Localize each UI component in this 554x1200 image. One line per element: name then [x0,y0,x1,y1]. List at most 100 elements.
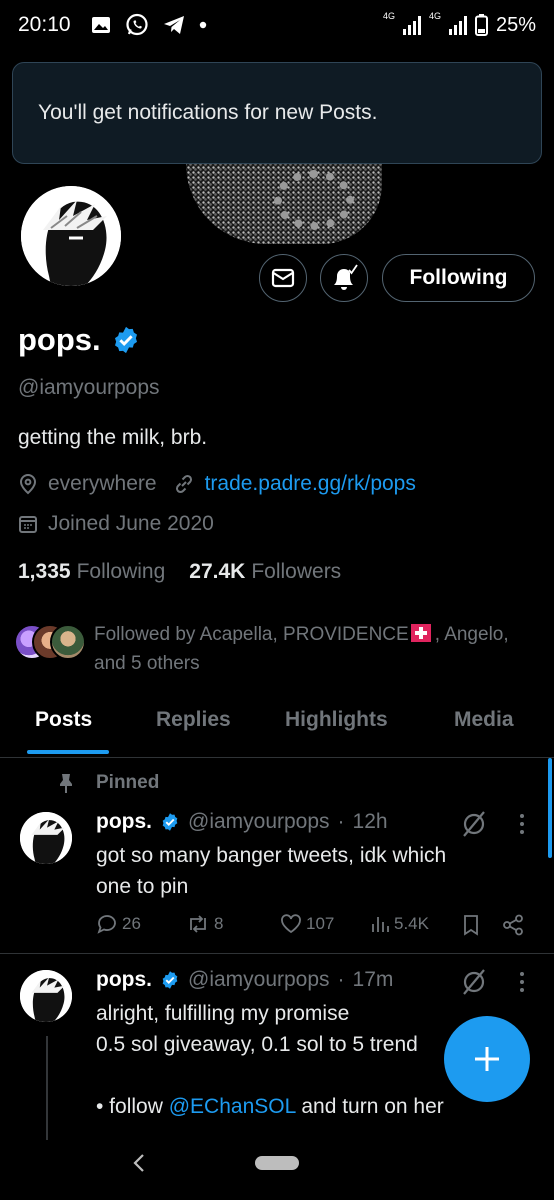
toast-message: You'll get notifications for new Posts. [38,101,378,124]
network-type-1: 4G [382,10,395,21]
pinned-label-row: Pinned [56,772,159,794]
views-action[interactable]: 5.4K [370,914,429,934]
share-icon[interactable] [502,914,524,936]
battery-icon [474,14,488,36]
following-count: 1,335 [18,560,71,583]
message-button[interactable] [259,254,307,302]
verified-badge-icon [162,971,178,989]
post-author-name[interactable]: pops. [96,968,152,992]
follower-avatar-3 [50,624,86,660]
status-time: 20:10 [18,13,71,36]
followed-by-text: Followed by Acapella, PROVIDENCE , Angelo… [94,620,509,678]
gallery-icon [91,17,110,33]
verified-badge-icon[interactable] [111,325,141,355]
plus-icon [475,1047,499,1071]
tab-posts[interactable]: Posts [35,708,92,732]
avatar-image [20,970,72,1022]
follower-avatars [14,620,92,664]
pin-icon [60,774,72,793]
profile-meta-joined: Joined June 2020 [18,512,214,536]
compose-post-button[interactable] [444,1016,530,1102]
bookmark-icon[interactable] [462,914,480,936]
reply-action[interactable]: 26 [96,914,141,934]
post-author-name[interactable]: pops. [96,810,152,834]
profile-handle: @iamyourpops [18,376,160,399]
post-bullet-text: • follow [96,1095,169,1118]
post-divider [0,953,554,954]
signal-icon-2 [448,15,467,35]
post-time: 12h [352,810,388,833]
profile-meta-location: everywhere trade.padre.gg/rk/pops [18,472,416,496]
calendar-icon [19,516,37,533]
post-author-handle: @iamyourpops [188,810,330,833]
like-action[interactable]: 107 [280,914,334,934]
post-avatar[interactable] [20,970,72,1022]
reply-count: 26 [122,914,141,933]
post-time: 17m [352,968,394,991]
dot-icon [199,21,206,29]
battery-percent: 25% [495,13,536,36]
profile-counts: 1,335 Following 27.4K Followers [18,560,341,584]
nav-home-pill[interactable] [255,1156,299,1170]
grok-icon[interactable] [460,968,488,996]
avatar-image [21,186,121,286]
link-icon [175,474,192,494]
scrollbar[interactable] [548,758,552,858]
repost-icon [190,915,206,933]
swiss-flag-icon [410,624,431,642]
mail-icon [271,268,295,288]
network-type-2: 4G [428,10,441,21]
active-tab-indicator [27,750,109,754]
verified-badge-icon [162,813,178,831]
avatar-image [20,812,72,864]
post-text-after-mention: and turn on her [295,1095,444,1118]
followed-by-more: and 5 others [94,653,200,674]
post-actions: 26 8 107 5.4K [96,914,536,944]
following-button[interactable]: Following [382,254,535,302]
location-pin-icon [19,474,37,495]
following-button-label: Following [409,266,508,289]
post-separator: · [337,968,345,991]
heart-icon [281,914,301,934]
post-avatar[interactable] [20,812,72,864]
post-mention-link[interactable]: @EChanSOL [169,1095,296,1118]
followers-count-link[interactable]: 27.4K Followers [189,560,341,584]
like-count: 107 [306,914,335,933]
more-options-icon[interactable] [518,970,526,994]
following-count-label: Following [76,560,166,583]
profile-avatar[interactable] [17,182,125,290]
post-header: pops. @iamyourpops · 12h [96,810,388,834]
followed-by-row[interactable]: Followed by Acapella, PROVIDENCE , Angelo… [14,620,544,678]
more-options-icon[interactable] [518,812,526,836]
followers-count: 27.4K [189,560,246,583]
post-text: got so many banger tweets, idk which one… [96,844,447,898]
notification-toast: You'll get notifications for new Posts. [12,62,542,164]
profile-display-name: pops. [18,322,101,357]
system-nav-bar [0,1140,554,1200]
tab-media[interactable]: Media [454,708,514,732]
tab-replies[interactable]: Replies [156,708,231,732]
thread-line [46,1036,48,1146]
back-chevron-icon [133,1154,144,1172]
repost-action[interactable]: 8 [186,914,223,934]
telegram-icon [163,16,184,34]
repost-count: 8 [214,914,224,933]
profile-location: everywhere [48,472,157,495]
post-author-handle: @iamyourpops [188,968,330,991]
post-separator: · [337,810,345,833]
profile-banner[interactable] [186,160,382,244]
whatsapp-icon [125,13,148,36]
bell-check-icon [334,264,358,290]
profile-website-link[interactable]: trade.padre.gg/rk/pops [205,472,416,496]
post-header: pops. @iamyourpops · 17m [96,968,393,992]
profile-joined-date: Joined June 2020 [48,512,214,535]
views-count: 5.4K [394,914,429,933]
notifications-button[interactable] [320,254,368,302]
reply-icon [97,915,116,934]
following-count-link[interactable]: 1,335 Following [18,560,165,584]
grok-icon[interactable] [460,810,488,838]
tab-highlights[interactable]: Highlights [285,708,388,732]
signal-icon [402,15,421,35]
profile-bio: getting the milk, brb. [18,426,208,449]
nav-back-button[interactable] [126,1150,152,1176]
